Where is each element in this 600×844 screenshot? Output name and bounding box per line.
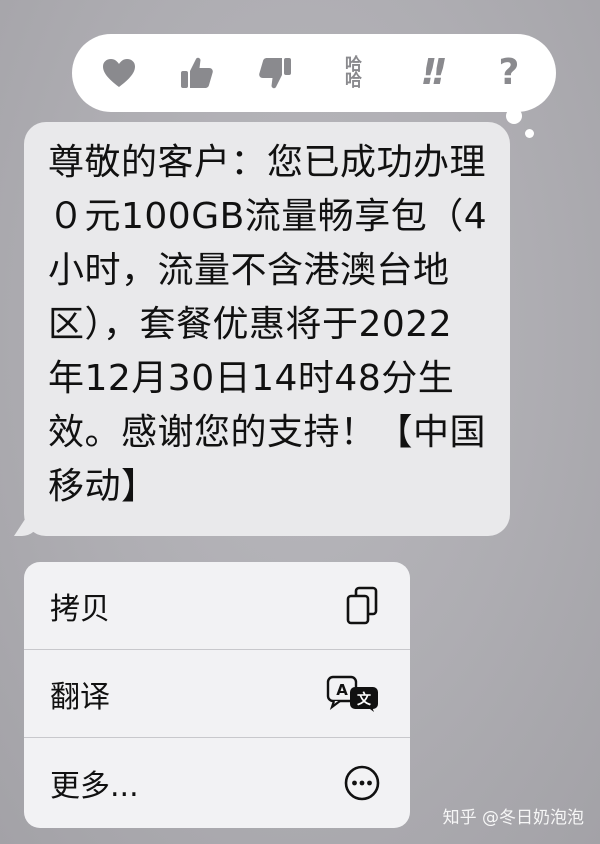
message-text: 尊敬的客户：您已成功办理０元100GB流量畅享包（4小时，流量不含港澳台地区），… [48,142,488,507]
menu-item-label: 翻译 [50,679,110,715]
bubble-tail [14,514,38,536]
more-icon [342,763,382,803]
tapback-reaction-bar: 哈 哈 !! ? [72,34,556,138]
reaction-thumbs-down-button[interactable] [251,49,299,97]
context-menu: 拷贝 翻译 A文 更多... [24,562,410,828]
translate-icon: A文 [326,674,382,714]
reaction-exclamation-button[interactable]: !! [407,49,455,97]
menu-item-translate[interactable]: 翻译 A文 [24,650,410,738]
thumbs-up-icon [180,56,214,90]
thumbs-down-icon [258,56,292,90]
svg-text:文: 文 [357,691,372,708]
menu-item-copy[interactable]: 拷贝 [24,562,410,650]
reaction-haha-button[interactable]: 哈 哈 [329,49,377,97]
menu-item-label: 拷贝 [50,591,110,627]
haha-icon: 哈 哈 [345,55,362,91]
reaction-thumbs-up-button[interactable] [173,49,221,97]
double-exclamation-icon: !! [420,52,448,93]
watermark: 知乎 @冬日奶泡泡 [442,808,584,828]
question-icon: ? [498,52,520,93]
reaction-question-button[interactable]: ? [485,49,533,97]
heart-icon [102,58,136,88]
menu-item-more[interactable]: 更多... [24,738,410,828]
svg-text:A: A [336,681,348,699]
menu-item-label: 更多... [50,769,139,804]
message-bubble[interactable]: 尊敬的客户：您已成功办理０元100GB流量畅享包（4小时，流量不含港澳台地区），… [14,122,510,536]
tapback-tail-dot-small [525,129,534,138]
reaction-heart-button[interactable] [95,49,143,97]
tapback-tail-dot [506,108,522,124]
copy-icon [342,586,382,626]
